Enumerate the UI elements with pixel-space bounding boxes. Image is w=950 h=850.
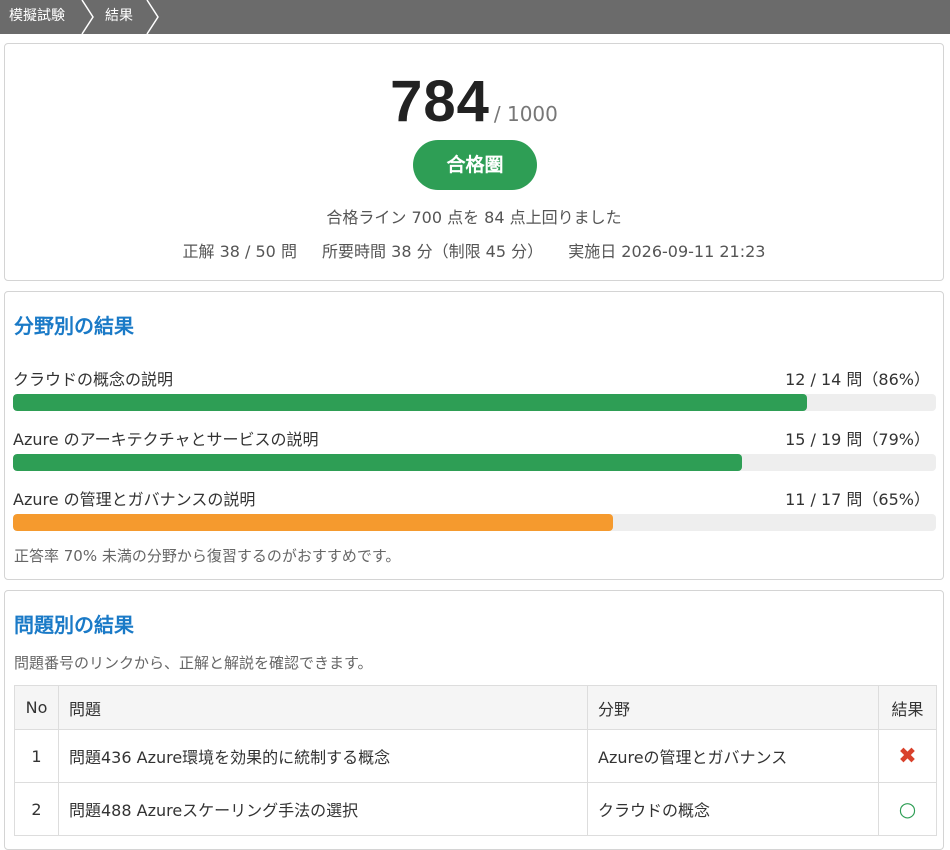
exam-date: 実施日 2026-09-11 21:23 [568, 242, 766, 261]
column-header-field: 分野 [587, 685, 879, 730]
score-card: 784/ 1000 合格圏 合格ライン 700 点を 84 点上回りました 正解… [4, 43, 944, 281]
correct-count: 正解 38 / 50 問 [182, 242, 297, 261]
progress-bar [13, 454, 936, 471]
cross-icon: ✖ [898, 743, 917, 769]
pass-margin-text: 合格ライン 700 点を 84 点上回りました [326, 208, 622, 227]
score-display: 784/ 1000 [5, 68, 943, 135]
question-field: Azureの管理とガバナンス [587, 729, 879, 783]
progress-bar-fill [13, 514, 613, 531]
progress-bar-fill [13, 454, 743, 471]
review-hint: 正答率 70% 未満の分野から復習するのがおすすめです。 [14, 547, 401, 565]
column-header-question: 問題 [58, 685, 588, 730]
pass-status-badge: 合格圏 [413, 140, 537, 190]
field-results-title: 分野別の結果 [14, 314, 134, 338]
question-cell: 問題436 Azure環境を効果的に統制する概念 [58, 729, 588, 783]
field-score: 15 / 19 問（79%） [785, 430, 930, 449]
question-cell: 問題488 Azureスケーリング手法の選択 [58, 782, 588, 836]
field-row: クラウドの概念の説明 12 / 14 問（86%） [13, 366, 936, 422]
question-results-title: 問題別の結果 [14, 613, 134, 637]
column-header-no: No [14, 685, 59, 730]
circle-icon: ○ [898, 797, 917, 821]
breadcrumb: 模擬試験 結果 [0, 0, 950, 34]
chevron-right-icon [146, 0, 159, 34]
breadcrumb-item-results: 結果 [105, 8, 133, 24]
progress-bar [13, 514, 936, 531]
field-score: 12 / 14 問（86%） [785, 370, 930, 389]
field-name: Azure のアーキテクチャとサービスの説明 [13, 430, 319, 449]
score-max: / 1000 [493, 102, 558, 126]
table-row: 1 問題436 Azure環境を効果的に統制する概念 Azureの管理とガバナン… [14, 729, 937, 783]
question-link[interactable]: 問題488 Azureスケーリング手法の選択 [69, 801, 358, 820]
question-results-table: No 問題 分野 結果 1 問題436 Azure環境を効果的に統制する概念 A… [14, 685, 937, 836]
exam-meta: 正解 38 / 50 問 所要時間 38 分（制限 45 分） 実施日 2026… [5, 238, 943, 262]
result-cell: ○ [878, 782, 937, 836]
question-hint: 問題番号のリンクから、正解と解説を確認できます。 [14, 654, 373, 672]
table-header-row: No 問題 分野 結果 [14, 685, 937, 730]
elapsed-time: 所要時間 38 分（制限 45 分） [322, 242, 544, 261]
field-results-card: 分野別の結果 クラウドの概念の説明 12 / 14 問（86%） Azure の… [4, 291, 944, 580]
field-row: Azure のアーキテクチャとサービスの説明 15 / 19 問（79%） [13, 426, 936, 482]
progress-bar [13, 394, 936, 411]
table-row: 2 問題488 Azureスケーリング手法の選択 クラウドの概念 ○ [14, 782, 937, 836]
column-header-result: 結果 [878, 685, 937, 730]
breadcrumb-item-mock-exam[interactable]: 模擬試験 [9, 0, 65, 34]
result-cell: ✖ [878, 729, 937, 783]
question-no: 2 [14, 782, 59, 836]
field-row: Azure の管理とガバナンスの説明 11 / 17 問（65%） [13, 486, 936, 542]
chevron-right-icon [81, 0, 94, 34]
question-results-card: 問題別の結果 問題番号のリンクから、正解と解説を確認できます。 No 問題 分野… [4, 590, 944, 850]
question-no: 1 [14, 729, 59, 783]
field-score: 11 / 17 問（65%） [785, 490, 930, 509]
field-name: Azure の管理とガバナンスの説明 [13, 490, 256, 509]
score-value: 784 [390, 69, 490, 134]
question-field: クラウドの概念 [587, 782, 879, 836]
field-name: クラウドの概念の説明 [13, 370, 174, 389]
question-link[interactable]: 問題436 Azure環境を効果的に統制する概念 [69, 748, 390, 767]
progress-bar-fill [13, 394, 807, 411]
